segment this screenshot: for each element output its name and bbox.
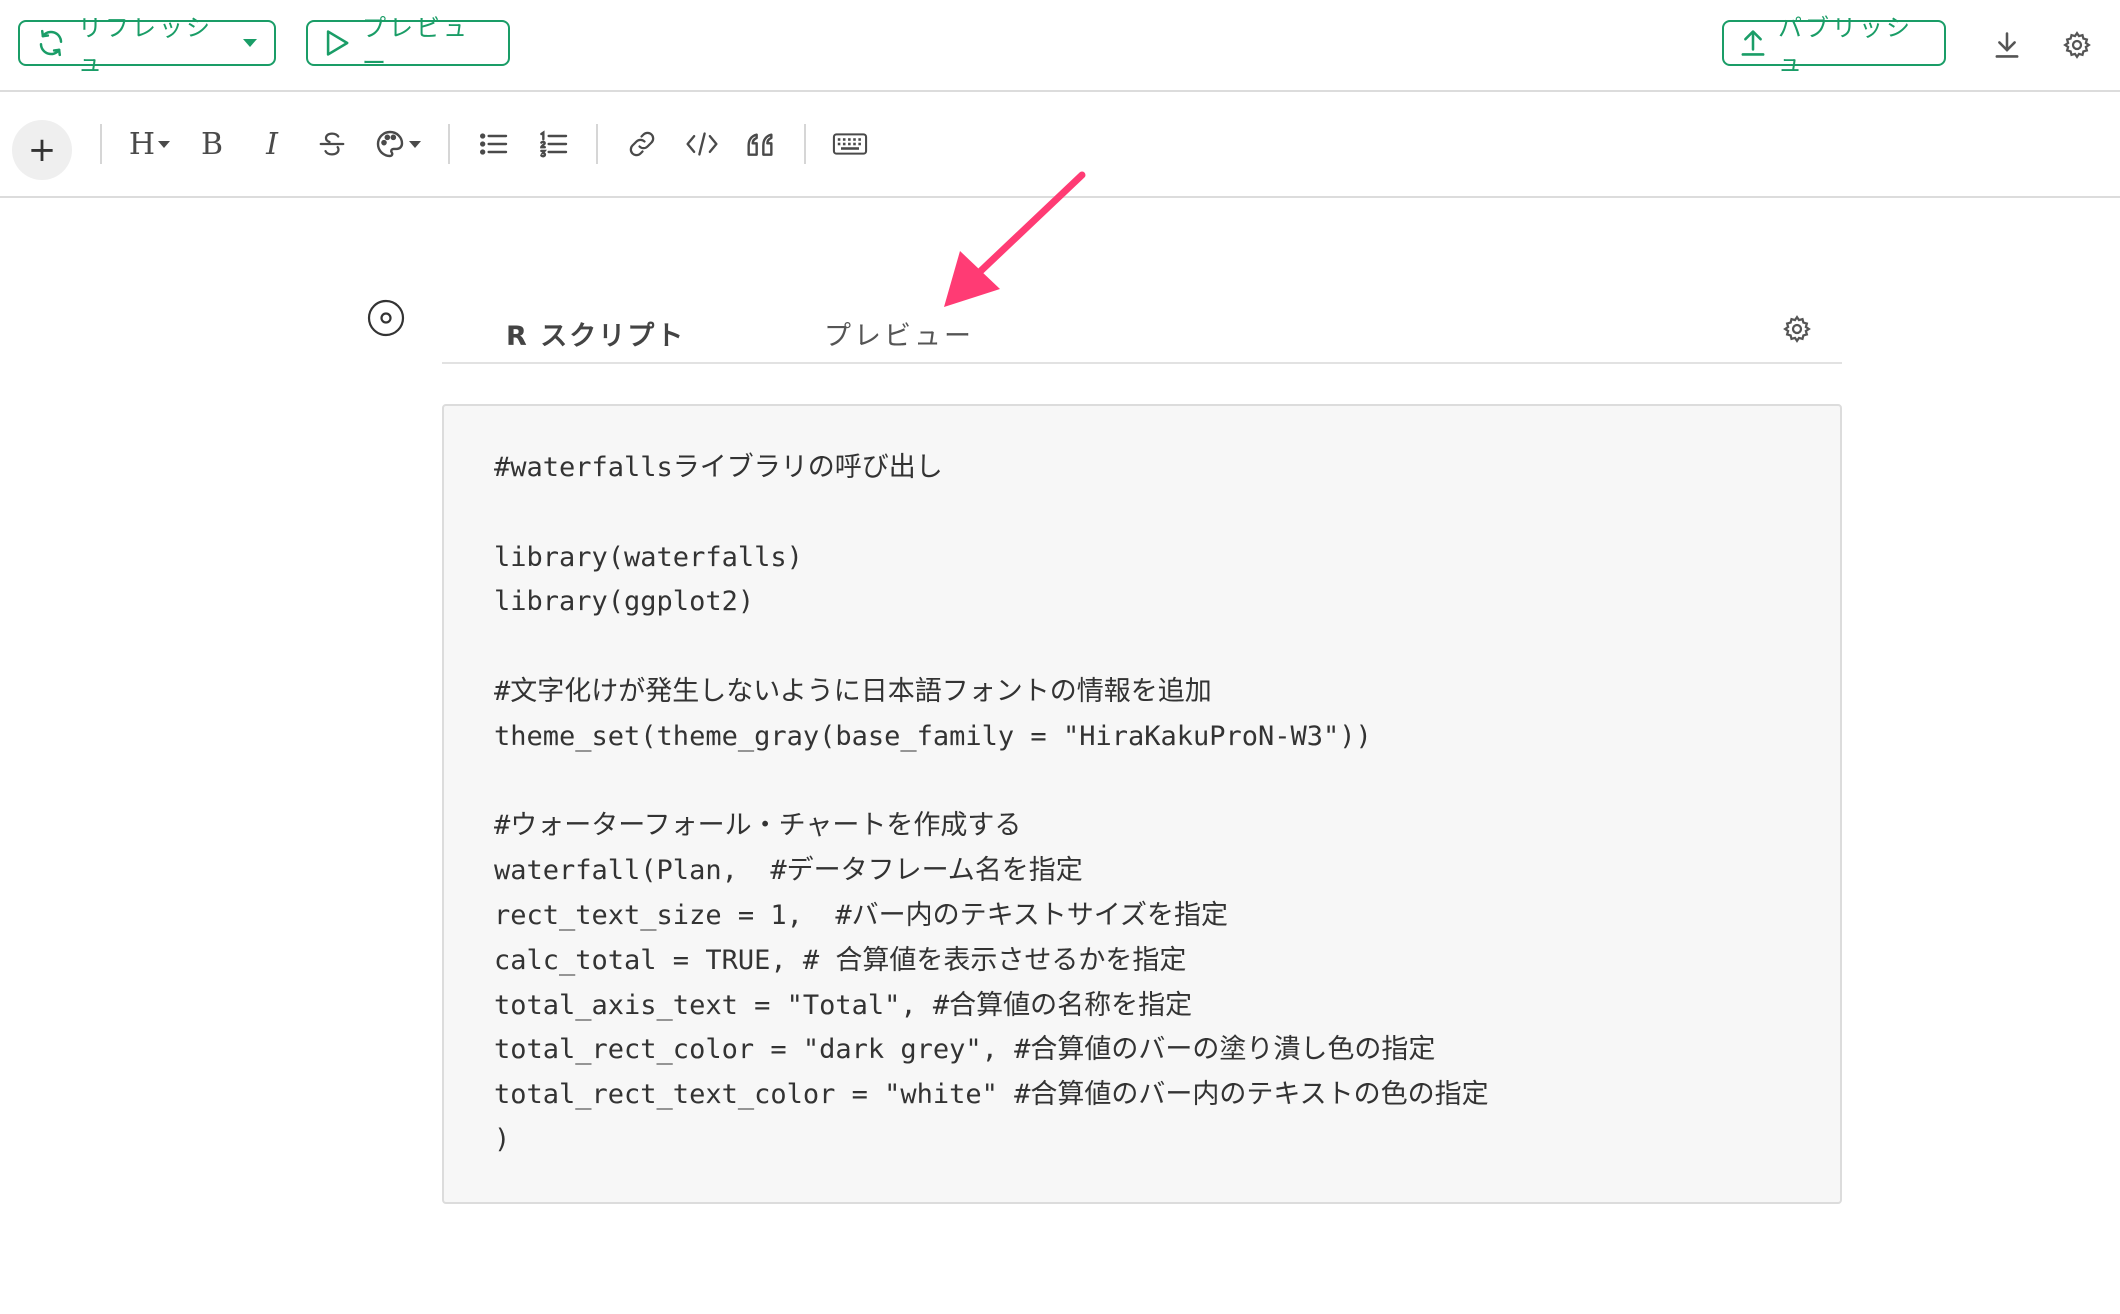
preview-label: プレビュー <box>362 14 470 77</box>
keyboard-icon <box>832 133 868 155</box>
toolbar-divider <box>100 124 102 164</box>
heading-icon: H <box>128 126 156 162</box>
code-button[interactable] <box>682 122 722 166</box>
code-line: total_rect_text_color = "white" #合算値のバー内… <box>494 1079 1489 1111</box>
caret-down-icon <box>243 39 257 47</box>
settings-button[interactable] <box>2060 28 2094 62</box>
code-line: waterfall(Plan, #データフレーム名を指定 <box>494 855 1083 887</box>
code-line: #ウォーターフォール・チャートを作成する <box>494 810 1022 842</box>
code-line: ) <box>494 1123 511 1155</box>
numbered-list-button[interactable] <box>536 122 572 166</box>
block-settings-button[interactable] <box>1782 314 1812 348</box>
annotation-arrow <box>944 171 1086 307</box>
toolbar-divider <box>448 124 450 164</box>
bold-icon: B <box>200 126 224 162</box>
link-icon <box>629 131 655 157</box>
bullet-list-icon <box>480 133 508 155</box>
keyboard-shortcuts-button[interactable] <box>830 122 870 166</box>
toolbar-divider <box>596 124 598 164</box>
caret-down-icon <box>409 141 421 148</box>
palette-icon <box>376 130 404 158</box>
heading-button[interactable]: H <box>124 122 176 166</box>
tab-preview[interactable]: プレビュー <box>824 314 974 353</box>
text-color-button[interactable] <box>372 122 424 166</box>
code-line: library(ggplot2) <box>494 586 755 618</box>
strikethrough-icon <box>319 132 345 156</box>
block-tabs: R スクリプト プレビュー <box>442 296 1842 364</box>
bold-button[interactable]: B <box>196 122 228 166</box>
refresh-icon <box>39 29 63 57</box>
code-line: #文字化けが発生しないように日本語フォントの情報を追加 <box>494 675 1212 707</box>
caret-down-icon <box>158 141 171 148</box>
italic-button[interactable]: I <box>256 122 288 166</box>
code-line: total_axis_text = "Total", #合算値の名称を指定 <box>494 989 1193 1021</box>
upload-icon <box>1741 30 1765 56</box>
link-button[interactable] <box>624 122 660 166</box>
code-line: rect_text_size = 1, #バー内のテキストサイズを指定 <box>494 899 1228 931</box>
quote-icon <box>747 133 773 156</box>
quote-button[interactable] <box>744 122 780 166</box>
publish-label: パブリッシュ <box>1778 14 1913 77</box>
gear-icon <box>1783 315 1811 343</box>
numbered-list-icon <box>540 130 568 158</box>
refresh-button[interactable]: リフレッシュ <box>18 14 276 77</box>
publish-button[interactable]: パブリッシュ <box>1722 14 1946 77</box>
preview-button[interactable]: プレビュー <box>306 14 510 77</box>
add-block-button[interactable]: + <box>12 120 72 180</box>
code-line: total_rect_color = "dark grey", #合算値のバーの… <box>494 1034 1436 1066</box>
toolbar-divider <box>804 124 806 164</box>
gear-icon <box>2063 31 2091 59</box>
code-line: #waterfallsライブラリの呼び出し <box>494 452 943 483</box>
bullet-list-button[interactable] <box>476 122 512 166</box>
play-icon <box>326 30 349 56</box>
code-line: library(waterfalls) <box>494 541 803 573</box>
code-icon <box>686 132 718 156</box>
download-button[interactable] <box>1990 28 2024 62</box>
download-icon <box>1995 32 2019 58</box>
strikethrough-button[interactable] <box>314 122 350 166</box>
refresh-label: リフレッシュ <box>78 14 213 77</box>
tab-r-script[interactable]: R スクリプト <box>506 314 685 353</box>
code-line: calc_total = TRUE, # 合算値を表示させるかを指定 <box>494 944 1187 976</box>
code-editor[interactable]: #waterfallsライブラリの呼び出し library(waterfalls… <box>442 404 1842 1204</box>
plus-icon: + <box>27 130 57 170</box>
top-bar: リフレッシュ プレビュー パブリッシュ <box>0 0 2120 92</box>
code-line: theme_set(theme_gray(base_family = "Hira… <box>494 720 1372 752</box>
italic-icon: I <box>266 126 278 162</box>
target-icon <box>367 299 405 337</box>
block-handle-button[interactable] <box>366 298 406 338</box>
